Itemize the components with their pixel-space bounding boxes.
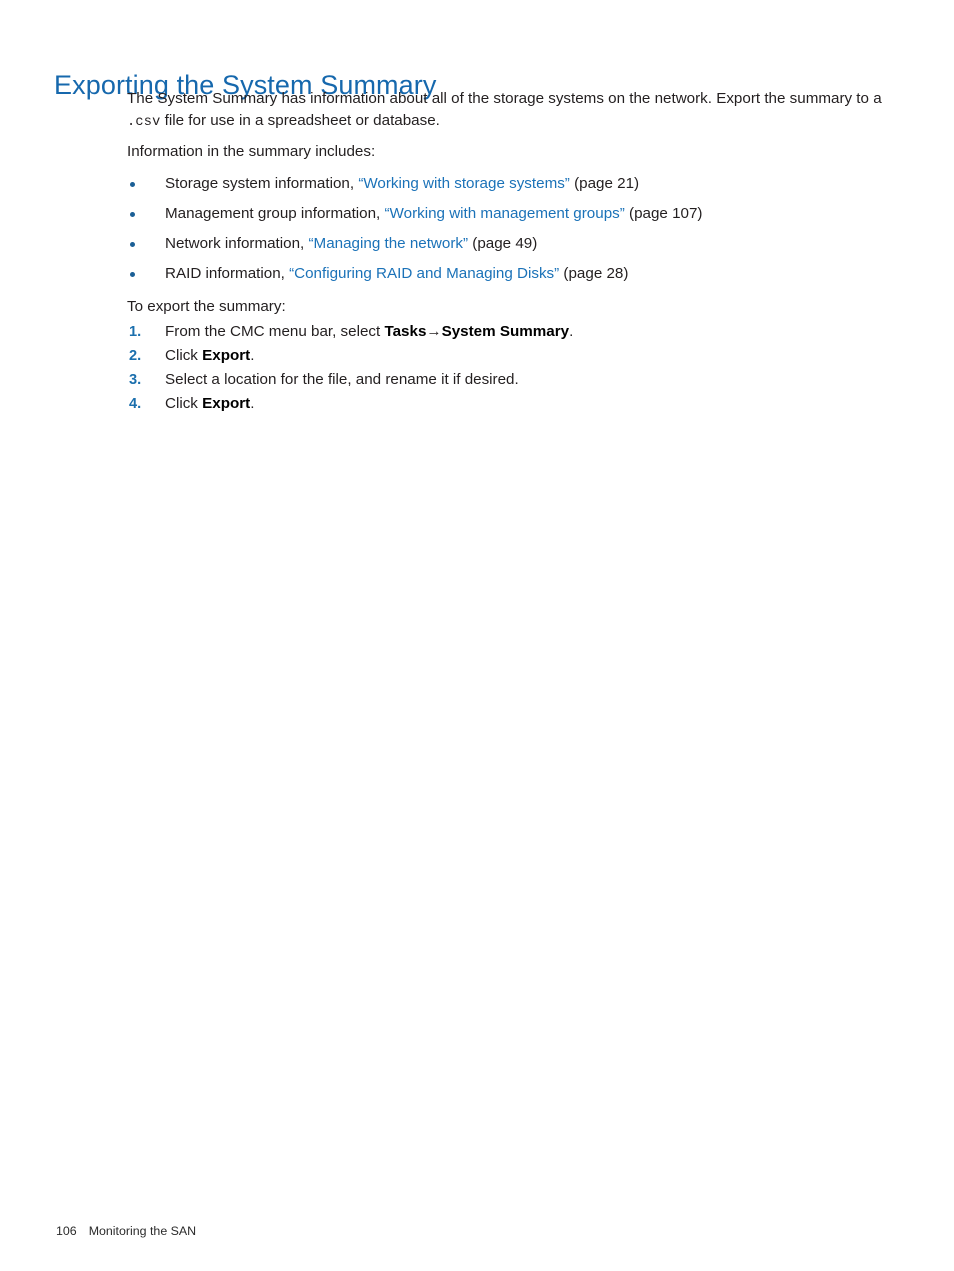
step-number: 3. [129,372,142,388]
bullet-dot-icon [130,272,135,277]
cross-reference-link[interactable]: “Working with management groups” [385,205,625,222]
cross-reference-page[interactable]: (page 49) [468,235,537,252]
bullet-dot-icon [130,182,135,187]
cross-reference-page[interactable]: (page 107) [625,205,702,222]
step-text: From the CMC menu bar, select [165,323,385,340]
page-body: The System Summary has information about… [127,88,887,416]
step-text: Click [165,347,203,364]
step-text: Click [165,395,203,412]
cross-reference-link[interactable]: “Managing the network” [309,235,469,252]
menu-label-tasks: Tasks [384,323,427,340]
list-item: 4. Click Export. [127,392,887,416]
csv-file-extension: .csv [127,115,161,130]
step-number: 2. [129,348,142,364]
cross-reference-page[interactable]: (page 28) [559,265,628,282]
page-footer: 106 Monitoring the SAN [56,1223,196,1239]
summary-contents-list: Storage system information, “Working wit… [127,173,887,285]
list-item: Network information, “Managing the netwo… [127,233,887,255]
list-item: 1. From the CMC menu bar, select Tasks→Sy… [127,320,887,344]
step-text-suffix: . [569,323,574,340]
cross-reference-link[interactable]: “Configuring RAID and Managing Disks” [289,265,559,282]
step-number: 4. [129,396,142,412]
intro-paragraph: The System Summary has information about… [127,88,887,134]
bullet-text: Network information, [165,235,309,252]
list-item: 3. Select a location for the file, and re… [127,368,887,392]
list-item: Storage system information, “Working wit… [127,173,887,195]
list-item: RAID information, “Configuring RAID and … [127,263,887,285]
step-number: 1. [129,324,142,340]
step-text-suffix: . [250,347,255,364]
button-label-export: Export [202,395,251,412]
bullet-text: Storage system information, [165,175,359,192]
export-procedure-steps: 1. From the CMC menu bar, select Tasks→Sy… [127,320,887,416]
button-label-export: Export [202,347,251,364]
list-item: Management group information, “Working w… [127,203,887,225]
steps-lead-in: To export the summary: [127,298,286,315]
document-page: Exporting the System Summary The System … [0,0,954,1271]
bullet-text: RAID information, [165,265,290,282]
arrow-icon: → [426,323,442,340]
list-item: 2. Click Export. [127,344,887,368]
cross-reference-link[interactable]: “Working with storage systems” [358,175,570,192]
footer-chapter-title: Monitoring the SAN [88,1224,197,1238]
bullet-dot-icon [130,212,135,217]
bullet-dot-icon [130,242,135,247]
menu-label-system-summary: System Summary [441,323,570,340]
includes-lead-in: Information in the summary includes: [127,143,376,160]
intro-paragraph-text-1: The System Summary has information about… [127,90,882,107]
footer-page-number: 106 [56,1224,77,1238]
intro-paragraph-text-2: file for use in a spreadsheet or databas… [160,112,440,129]
cross-reference-page[interactable]: (page 21) [570,175,639,192]
bullet-text: Management group information, [165,205,385,222]
step-text: Select a location for the file, and rena… [165,371,519,388]
step-text-suffix: . [250,395,255,412]
